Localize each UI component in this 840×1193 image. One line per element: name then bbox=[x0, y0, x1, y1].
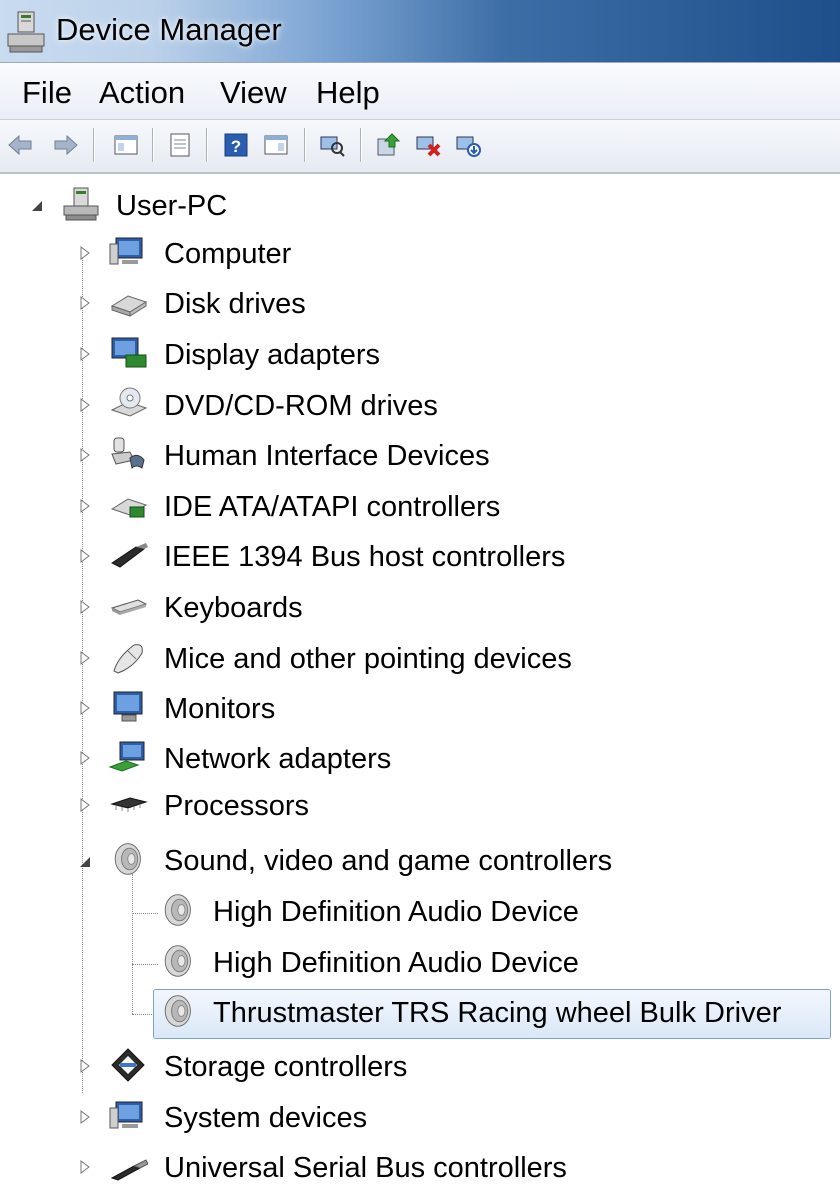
tree-item-human-interface-devices[interactable]: Human Interface Devices bbox=[0, 433, 500, 477]
tree-item-storage-controllers[interactable]: Storage controllers bbox=[0, 1044, 500, 1088]
tree-label: Processors bbox=[164, 790, 310, 822]
tree-item-network-adapters[interactable]: Network adapters bbox=[0, 736, 500, 780]
window-title: Device Manager bbox=[56, 12, 282, 47]
menu-action[interactable]: Action bbox=[99, 75, 185, 111]
display-adapter-icon bbox=[111, 337, 147, 368]
tree-label: IDE ATA/ATAPI controllers bbox=[164, 491, 501, 523]
expand-arrow-icon[interactable] bbox=[78, 398, 92, 412]
tree-label: Disk drives bbox=[164, 288, 306, 320]
expand-arrow-icon[interactable] bbox=[78, 600, 92, 614]
tree-root-user-pc[interactable]: User-PC bbox=[0, 184, 300, 228]
menu-help[interactable]: Help bbox=[316, 75, 380, 111]
expand-arrow-icon[interactable] bbox=[78, 549, 92, 563]
title-bar[interactable]: Device Manager bbox=[0, 0, 840, 62]
system-devices-icon bbox=[109, 1101, 143, 1129]
expand-arrow-icon[interactable] bbox=[78, 347, 92, 361]
tree-label: High Definition Audio Device bbox=[213, 947, 579, 979]
firewire-icon bbox=[111, 543, 148, 568]
expand-arrow-icon[interactable] bbox=[78, 1059, 92, 1073]
expand-arrow-icon[interactable] bbox=[78, 448, 92, 462]
tree-label: Computer bbox=[164, 238, 292, 270]
tree-item-dvd-cd-rom-drives[interactable]: DVD/CD-ROM drives bbox=[0, 383, 500, 427]
expand-arrow-icon[interactable] bbox=[78, 1110, 92, 1124]
tree-label: Network adapters bbox=[164, 743, 392, 775]
tree-item-monitors[interactable]: Monitors bbox=[0, 686, 500, 730]
tree-item-mice-and-other-pointing-devices[interactable]: Mice and other pointing devices bbox=[0, 636, 650, 680]
expand-arrow-icon[interactable] bbox=[78, 798, 92, 812]
speaker-icon bbox=[164, 945, 191, 977]
speaker-icon bbox=[114, 843, 141, 875]
keyboard-icon bbox=[110, 599, 148, 615]
network-adapter-icon bbox=[108, 741, 145, 772]
expand-arrow-icon[interactable] bbox=[78, 1160, 92, 1174]
tree-label: Keyboards bbox=[164, 592, 303, 624]
tree-label: Display adapters bbox=[164, 339, 380, 371]
expand-arrow-icon[interactable] bbox=[78, 246, 92, 260]
expand-arrow-icon[interactable] bbox=[78, 296, 92, 310]
tree-item-computer[interactable]: Computer bbox=[0, 231, 500, 275]
tree-item-disk-drives[interactable]: Disk drives bbox=[0, 281, 500, 325]
collapse-arrow-icon[interactable] bbox=[30, 199, 44, 213]
show-hide-console-tree-icon[interactable] bbox=[112, 131, 140, 159]
back-arrow-icon[interactable] bbox=[6, 131, 34, 159]
tree-item-sound-video-and-game-controllers[interactable]: Sound, video and game controllers bbox=[0, 841, 700, 885]
menu-bar: File Action View Help bbox=[0, 62, 840, 120]
monitor-icon bbox=[113, 691, 143, 722]
svg-text:?: ? bbox=[231, 137, 241, 156]
computer-tower-icon bbox=[63, 187, 99, 221]
ide-controller-icon bbox=[110, 498, 148, 518]
device-manager-icon[interactable] bbox=[6, 10, 46, 54]
tree-label: System devices bbox=[164, 1102, 368, 1134]
forward-arrow-icon[interactable] bbox=[52, 131, 80, 159]
speaker-icon bbox=[164, 894, 191, 926]
processor-icon bbox=[110, 797, 148, 812]
scan-hardware-icon[interactable] bbox=[318, 131, 346, 159]
disable-device-icon[interactable] bbox=[454, 131, 482, 159]
device-tree[interactable]: User-PC Computer Disk drives Display ada… bbox=[0, 174, 840, 1193]
usb-icon bbox=[110, 1159, 148, 1181]
expand-arrow-icon[interactable] bbox=[78, 651, 92, 665]
tree-item-universal-serial-bus-controllers[interactable]: Universal Serial Bus controllers bbox=[0, 1145, 650, 1189]
tree-label: High Definition Audio Device bbox=[213, 896, 579, 928]
tree-item-high-definition-audio-device[interactable]: High Definition Audio Device bbox=[0, 943, 700, 987]
tree-item-display-adapters[interactable]: Display adapters bbox=[0, 332, 500, 376]
tree-label: IEEE 1394 Bus host controllers bbox=[164, 541, 566, 573]
toolbar: ? bbox=[0, 120, 840, 174]
tree-item-ide-ata-atapi-controllers[interactable]: IDE ATA/ATAPI controllers bbox=[0, 484, 600, 528]
tree-label: Storage controllers bbox=[164, 1051, 408, 1083]
expand-arrow-icon[interactable] bbox=[78, 499, 92, 513]
tree-item-high-definition-audio-device[interactable]: High Definition Audio Device bbox=[0, 892, 700, 936]
update-driver-icon[interactable] bbox=[374, 131, 402, 159]
tree-item-keyboards[interactable]: Keyboards bbox=[0, 585, 500, 629]
tree-label: Human Interface Devices bbox=[164, 440, 490, 472]
disk-drive-icon bbox=[110, 295, 148, 317]
tree-item-ieee-1394-bus-host-controllers[interactable]: IEEE 1394 Bus host controllers bbox=[0, 534, 650, 578]
mouse-icon bbox=[113, 644, 143, 674]
tree-label: Monitors bbox=[164, 693, 276, 725]
expand-arrow-icon[interactable] bbox=[78, 751, 92, 765]
collapse-arrow-icon[interactable] bbox=[78, 855, 92, 869]
menu-file[interactable]: File bbox=[22, 75, 72, 111]
tree-label: User-PC bbox=[116, 190, 228, 222]
tree-label: Sound, video and game controllers bbox=[164, 845, 613, 877]
uninstall-icon[interactable] bbox=[414, 131, 442, 159]
expand-arrow-icon[interactable] bbox=[78, 701, 92, 715]
computer-icon bbox=[109, 237, 143, 265]
properties-icon[interactable] bbox=[166, 131, 194, 159]
tree-item-thrustmaster-trs-racing-wheel-bulk-driver[interactable]: Thrustmaster TRS Racing wheel Bulk Drive… bbox=[0, 993, 830, 1037]
tree-label: Mice and other pointing devices bbox=[164, 643, 572, 675]
hid-icon bbox=[111, 437, 145, 470]
storage-controller-icon bbox=[111, 1048, 145, 1082]
show-action-pane-icon[interactable] bbox=[262, 131, 290, 159]
help-icon[interactable]: ? bbox=[222, 131, 250, 159]
tree-label: DVD/CD-ROM drives bbox=[164, 390, 438, 422]
menu-view[interactable]: View bbox=[220, 75, 287, 111]
speaker-icon bbox=[164, 995, 191, 1027]
tree-label: Universal Serial Bus controllers bbox=[164, 1152, 567, 1184]
tree-item-system-devices[interactable]: System devices bbox=[0, 1095, 500, 1139]
tree-label: Thrustmaster TRS Racing wheel Bulk Drive… bbox=[213, 997, 782, 1029]
tree-item-processors[interactable]: Processors bbox=[0, 785, 500, 829]
dvd-drive-icon bbox=[110, 387, 148, 417]
